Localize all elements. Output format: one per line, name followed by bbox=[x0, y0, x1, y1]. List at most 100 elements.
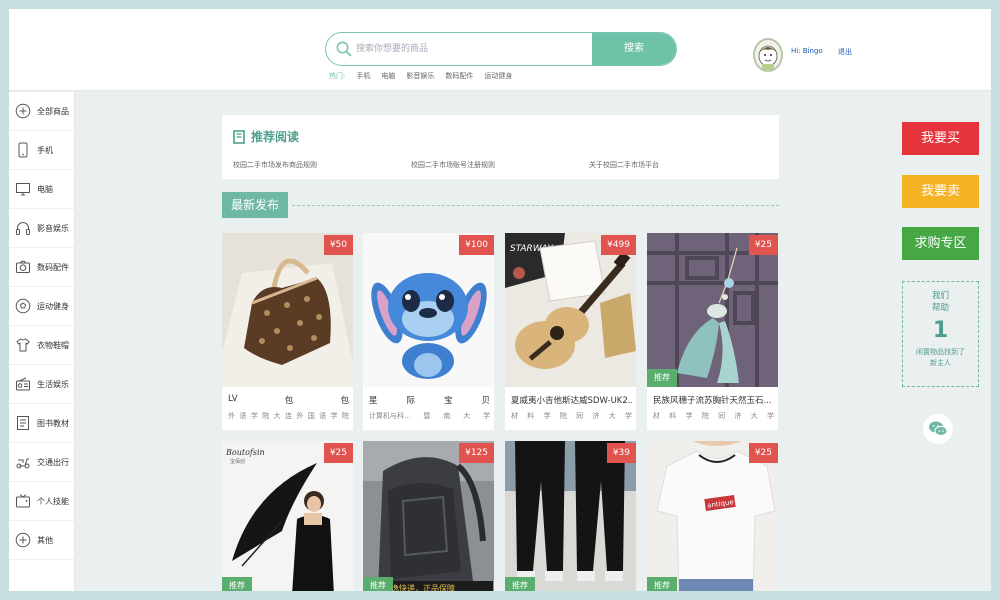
help-line: 我们 bbox=[931, 291, 949, 301]
product-title[interactable]: 民族风穗子流苏胸针天然玉石... bbox=[653, 394, 774, 406]
camera-icon bbox=[16, 260, 30, 273]
ball-icon bbox=[15, 298, 31, 314]
sidebar-item-clothes[interactable]: 衣物鞋帽 bbox=[9, 326, 74, 365]
tassel-brooch-image bbox=[647, 233, 778, 387]
school-char: 同 bbox=[576, 412, 584, 420]
plush-toy-image bbox=[363, 233, 494, 387]
sidebar-item-label: 其他 bbox=[37, 535, 53, 545]
title-part: 宝 bbox=[443, 396, 453, 406]
handbag-image bbox=[222, 233, 353, 387]
sidebar-item-phone[interactable]: 手机 bbox=[9, 131, 74, 170]
buy-button[interactable]: 我要买 bbox=[902, 122, 979, 155]
ukulele-image: STARWAY bbox=[505, 233, 636, 387]
radio-icon bbox=[16, 377, 30, 391]
school-char: 学 bbox=[685, 412, 693, 420]
sidebar-item-digital[interactable]: 数码配件 bbox=[9, 248, 74, 287]
school-char: 暨 bbox=[423, 412, 431, 420]
sidebar-item-transport[interactable]: 交通出行 bbox=[9, 443, 74, 482]
product-title[interactable]: 星 际 宝 贝 bbox=[369, 394, 490, 406]
product-image: antique ¥25 推荐 bbox=[647, 441, 778, 591]
product-card[interactable]: STARWAY ¥499 夏威夷小吉他斯达威SDW-UK2... 材料学院同济大… bbox=[505, 233, 636, 430]
product-card[interactable]: Boutofsin 宝佰创 ¥25 推荐 bbox=[222, 441, 353, 591]
sell-button[interactable]: 我要卖 bbox=[902, 175, 979, 208]
search-button[interactable]: 搜索 bbox=[592, 33, 676, 65]
help-caption: 闲置物品找到了 新主人 bbox=[903, 347, 978, 369]
monitor-icon bbox=[16, 183, 30, 196]
sidebar-item-av[interactable]: 影音娱乐 bbox=[9, 209, 74, 248]
sidebar-item-label: 个人技能 bbox=[37, 496, 69, 506]
school-char: 南 bbox=[443, 412, 451, 420]
school-char: 材 bbox=[511, 412, 518, 420]
product-title[interactable]: 夏威夷小吉他斯达威SDW-UK2... bbox=[511, 394, 632, 406]
school-char: 国 bbox=[307, 412, 315, 420]
school-char: 料 bbox=[527, 412, 535, 420]
sidebar-item-sports[interactable]: 运动健身 bbox=[9, 287, 74, 326]
avatar-image bbox=[758, 45, 778, 70]
title-part: 际 bbox=[406, 396, 415, 406]
shirt-icon bbox=[16, 338, 30, 352]
recommend-title: 推荐阅读 bbox=[233, 128, 299, 145]
headphones-icon bbox=[16, 222, 30, 235]
sidebar-item-computer[interactable]: 电脑 bbox=[9, 170, 74, 209]
wechat-button[interactable] bbox=[923, 414, 953, 444]
product-card[interactable]: 安逸快递，正品保障 ¥125 推荐 bbox=[363, 441, 494, 591]
page-frame: 搜索 热门: 手机 电脑 影音娱乐 数码配件 运动健身 Hi: Bingo 退出… bbox=[9, 9, 991, 591]
school-char: 大 bbox=[273, 412, 281, 420]
hot-item-digital[interactable]: 数码配件 bbox=[445, 71, 473, 81]
sidebar-item-books[interactable]: 图书教材 bbox=[9, 404, 74, 443]
recommend-tag: 推荐 bbox=[647, 577, 677, 591]
school-char: 学 bbox=[330, 412, 338, 420]
recommend-title-text: 推荐阅读 bbox=[251, 130, 300, 144]
school-char: 学 bbox=[624, 412, 632, 420]
pants-image bbox=[505, 441, 636, 591]
price-badge: ¥50 bbox=[323, 235, 353, 255]
hot-item-computer[interactable]: 电脑 bbox=[381, 71, 395, 81]
product-card[interactable]: ¥50 LV 包 包 外语学院大连外国语学院 bbox=[222, 233, 353, 430]
svg-text:Boutofsin: Boutofsin bbox=[225, 448, 265, 457]
product-card[interactable]: ¥39 推荐 bbox=[505, 441, 636, 591]
sidebar-item-skills[interactable]: 个人技能 bbox=[9, 482, 74, 521]
help-stats-panel: 我们 帮助 1 闲置物品找到了 新主人 bbox=[902, 281, 979, 387]
school-char: 院 bbox=[701, 412, 709, 420]
product-image: ¥100 bbox=[363, 233, 494, 387]
product-image: ¥50 bbox=[222, 233, 353, 387]
product-school: 外语学院大连外国语学院 bbox=[228, 411, 349, 421]
sidebar-item-label: 数码配件 bbox=[37, 262, 69, 272]
school-char: 同 bbox=[718, 412, 726, 420]
hot-item-av[interactable]: 影音娱乐 bbox=[406, 71, 434, 81]
title-part: 星 bbox=[369, 396, 378, 406]
recommend-panel: 推荐阅读 校园二手市场发布商品规则 校园二手市场账号注册规则 关于校园二手市场平… bbox=[222, 115, 779, 179]
tv-icon bbox=[16, 494, 30, 508]
product-card[interactable]: ¥25 推荐 民族风穗子流苏胸针天然玉石... 材料学院同济大学 bbox=[647, 233, 778, 430]
recommend-link-register[interactable]: 校园二手市场账号注册规则 bbox=[411, 160, 495, 170]
logout-link[interactable]: 退出 bbox=[838, 47, 852, 57]
sidebar-item-other[interactable]: 其他 bbox=[9, 521, 74, 560]
product-title[interactable]: LV 包 包 bbox=[228, 394, 349, 406]
section-divider bbox=[292, 205, 779, 206]
sidebar-item-label: 手机 bbox=[37, 145, 53, 155]
product-card[interactable]: antique ¥25 推荐 bbox=[647, 441, 778, 591]
avatar[interactable] bbox=[753, 38, 783, 72]
user-greeting[interactable]: Hi: Bingo bbox=[791, 47, 823, 55]
school-char: 济 bbox=[734, 412, 742, 420]
wanted-button[interactable]: 求购专区 bbox=[902, 227, 979, 260]
school-char: 外 bbox=[228, 412, 235, 420]
sidebar-item-life[interactable]: 生活娱乐 bbox=[9, 365, 74, 404]
recommend-link-about[interactable]: 关于校园二手市场平台 bbox=[589, 160, 659, 170]
recommend-link-rules[interactable]: 校园二手市场发布商品规则 bbox=[233, 160, 317, 170]
school-char: 材 bbox=[653, 412, 660, 420]
recommend-tag: 推荐 bbox=[647, 369, 677, 387]
search-input[interactable] bbox=[356, 33, 591, 65]
hot-item-phone[interactable]: 手机 bbox=[356, 71, 370, 81]
phone-icon bbox=[18, 142, 28, 158]
school-char: 学 bbox=[766, 412, 774, 420]
plus-circle-icon bbox=[15, 103, 31, 119]
backpack-image: 安逸快递，正品保障 bbox=[363, 441, 494, 591]
umbrella-image: Boutofsin 宝佰创 bbox=[222, 441, 353, 591]
product-card[interactable]: ¥100 星 际 宝 贝 计算机与科... 暨 南 大 学 bbox=[363, 233, 494, 430]
search-bar: 搜索 bbox=[325, 32, 677, 66]
scooter-icon bbox=[16, 458, 30, 469]
sidebar-item-all[interactable]: 全部商品 bbox=[9, 92, 74, 131]
hot-keywords: 热门: 手机 电脑 影音娱乐 数码配件 运动健身 bbox=[329, 71, 512, 81]
hot-item-sports[interactable]: 运动健身 bbox=[484, 71, 512, 81]
